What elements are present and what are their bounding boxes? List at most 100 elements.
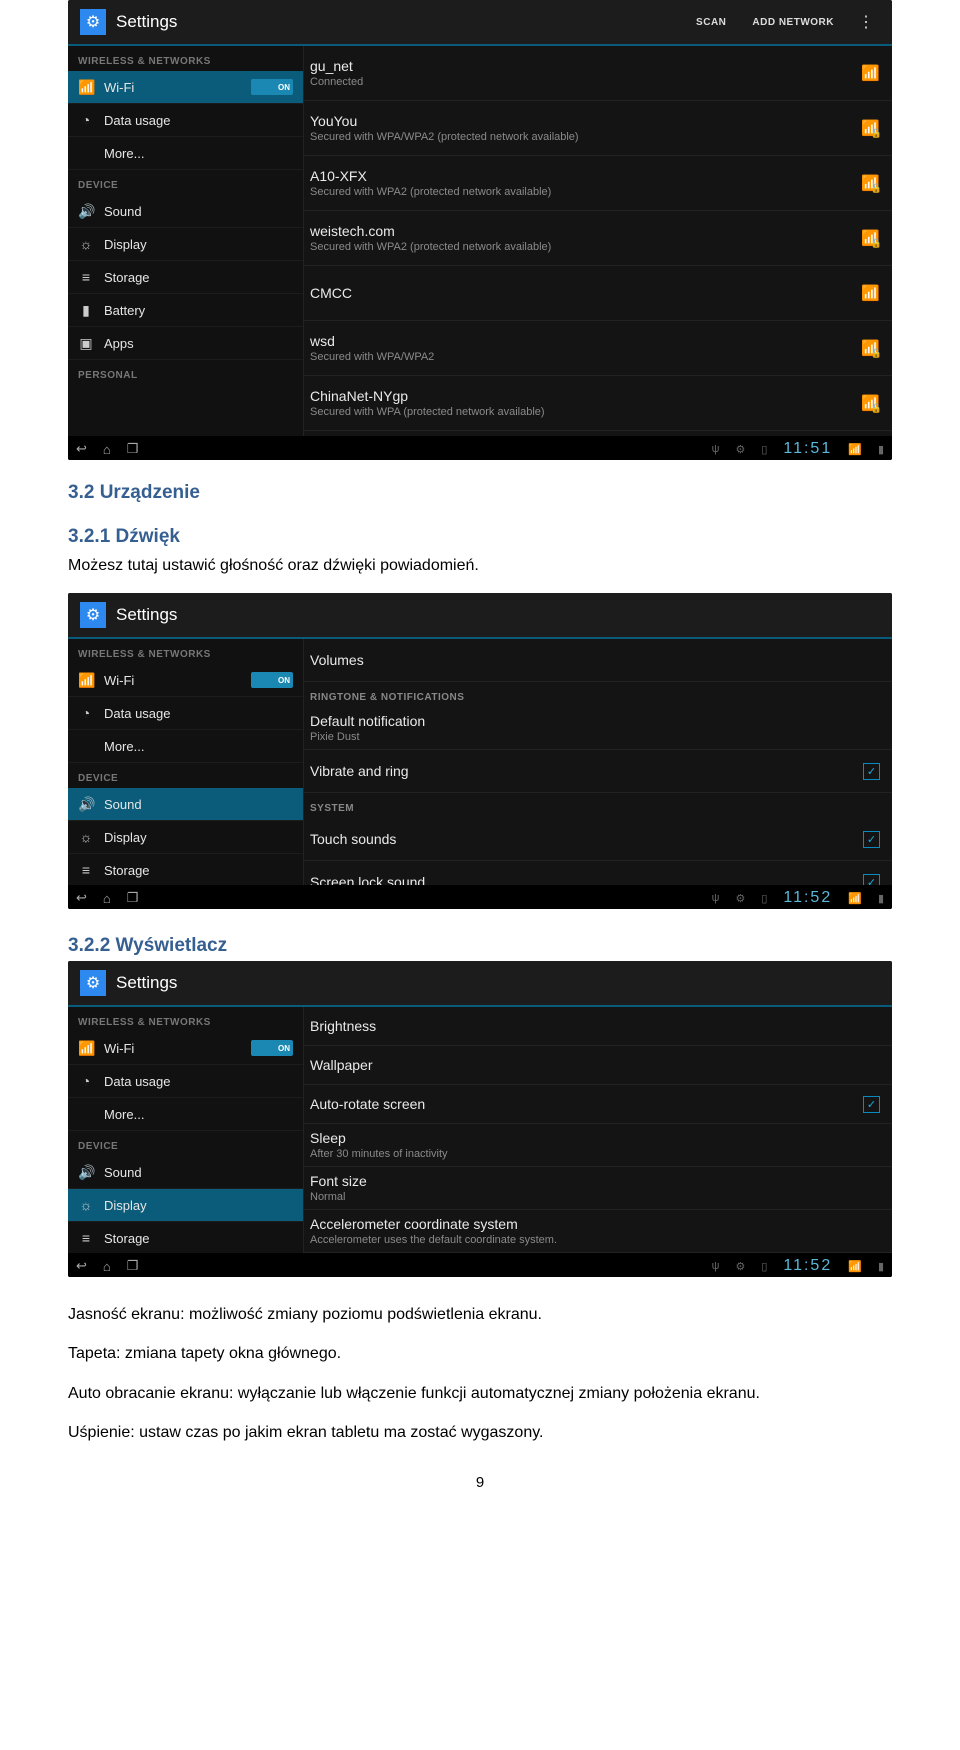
sidebar-item-storage[interactable]: ≡ Storage [68, 261, 303, 294]
settings-sidebar: WIRELESS & NETWORKS 📶 Wi-Fi ON ◔Data usa… [68, 639, 303, 885]
wifi-signal-icon: 📶🔒 [861, 394, 880, 412]
sidebar-item-apps[interactable]: ▣ Apps [68, 327, 303, 360]
sidebar-item-more[interactable]: More... [68, 137, 303, 170]
checkbox-icon[interactable]: ✓ [863, 1096, 880, 1113]
setting-touch-sounds[interactable]: Touch sounds✓ [304, 818, 892, 861]
wifi-network-status: Secured with WPA (protected network avai… [310, 406, 851, 418]
debug-icon: ⚙ [735, 892, 745, 905]
wifi-status-icon: 📶 [848, 443, 862, 456]
sidebar-item-display[interactable]: ☼ Display [68, 228, 303, 261]
sidebar-item-storage[interactable]: ≡Storage [68, 1222, 303, 1253]
setting-auto-rotate[interactable]: Auto-rotate screen✓ [304, 1085, 892, 1124]
sidebar-item-data-usage[interactable]: ◔Data usage [68, 1065, 303, 1098]
checkbox-icon[interactable]: ✓ [863, 763, 880, 780]
sidebar-item-wifi[interactable]: 📶 Wi-Fi ON [68, 71, 303, 104]
scan-button[interactable]: SCAN [688, 17, 734, 28]
wifi-icon: 📶 [78, 1040, 94, 1057]
battery-icon: ▮ [78, 302, 94, 319]
sidebar-item-more[interactable]: More... [68, 1098, 303, 1131]
sidebar-item-display[interactable]: ☼Display [68, 1189, 303, 1222]
wifi-toggle[interactable]: ON [251, 1040, 293, 1056]
sidebar-item-sound[interactable]: 🔊 Sound [68, 195, 303, 228]
wifi-network-row[interactable]: wsdSecured with WPA/WPA2📶🔒 [304, 321, 892, 376]
sidebar-item-sound[interactable]: 🔊Sound [68, 788, 303, 821]
sidebar-item-data-usage[interactable]: ◔ Data usage [68, 104, 303, 137]
screenshot-wifi-settings: ⚙ Settings SCAN ADD NETWORK ⋮ WIRELESS &… [68, 0, 892, 460]
section-header: PERSONAL [68, 360, 303, 385]
sidebar-item-wifi[interactable]: 📶 Wi-Fi ON [68, 1032, 303, 1065]
screenshot-sound-settings: ⚙ Settings WIRELESS & NETWORKS 📶 Wi-Fi O… [68, 593, 892, 909]
action-bar: ⚙ Settings [68, 961, 892, 1007]
sidebar-item-display[interactable]: ☼Display [68, 821, 303, 854]
storage-icon: ≡ [78, 269, 94, 285]
setting-brightness[interactable]: Brightness [304, 1007, 892, 1046]
wifi-icon: 📶 [78, 672, 94, 689]
back-icon[interactable]: ↩ [76, 441, 87, 457]
sidebar-item-data-usage[interactable]: ◔Data usage [68, 697, 303, 730]
overflow-menu-icon[interactable]: ⋮ [852, 12, 880, 32]
wifi-network-status: Secured with WPA2 (protected network ava… [310, 186, 851, 198]
wifi-network-status: Connected [310, 76, 851, 88]
wifi-toggle[interactable]: ON [251, 672, 293, 688]
setting-font-size[interactable]: Font sizeNormal [304, 1167, 892, 1210]
system-navbar: ↩ ⌂ ❐ ψ ⚙ ▯ 11:52 📶 ▮ [68, 885, 892, 909]
data-usage-icon: ◔ [78, 705, 94, 721]
wifi-network-row[interactable]: CMCC📶 [304, 266, 892, 321]
screen-title: Settings [116, 12, 678, 32]
home-icon[interactable]: ⌂ [103, 1259, 111, 1274]
wifi-signal-icon: 📶🔒 [861, 339, 880, 357]
battery-status-icon: ▮ [878, 892, 884, 905]
recent-apps-icon[interactable]: ❐ [127, 1258, 139, 1274]
sidebar-item-label: Display [104, 237, 293, 252]
wifi-network-row[interactable]: weistech.comSecured with WPA2 (protected… [304, 211, 892, 266]
recent-apps-icon[interactable]: ❐ [127, 441, 139, 457]
wifi-network-row[interactable]: ChinaNet-NYgpSecured with WPA (protected… [304, 376, 892, 431]
data-usage-icon: ◔ [78, 1073, 94, 1089]
debug-icon: ⚙ [735, 443, 745, 456]
wifi-network-row[interactable]: YouYou Secured with WPA/WPA2 (protected n… [304, 101, 892, 156]
wifi-toggle[interactable]: ON [251, 79, 293, 95]
sidebar-item-label: Wi-Fi [104, 80, 241, 95]
wifi-network-row[interactable]: A10-XFXSecured with WPA2 (protected netw… [304, 156, 892, 211]
sidebar-item-battery[interactable]: ▮ Battery [68, 294, 303, 327]
add-network-button[interactable]: ADD NETWORK [744, 17, 842, 28]
home-icon[interactable]: ⌂ [103, 442, 111, 457]
wifi-network-list: gu_netConnected📶 YouYou Secured with WPA/W… [303, 46, 892, 436]
back-icon[interactable]: ↩ [76, 890, 87, 906]
sidebar-item-sound[interactable]: 🔊Sound [68, 1156, 303, 1189]
wifi-network-name: YouYou [310, 113, 851, 129]
back-icon[interactable]: ↩ [76, 1258, 87, 1274]
debug-icon: ⚙ [735, 1260, 745, 1273]
checkbox-icon[interactable]: ✓ [863, 874, 880, 886]
setting-volumes[interactable]: Volumes [304, 639, 892, 682]
wifi-network-status: Secured with WPA/WPA2 (protected network… [310, 131, 851, 143]
lock-icon: 🔒 [871, 238, 882, 249]
doc-paragraph: Możesz tutaj ustawić głośność oraz dźwię… [68, 554, 892, 577]
setting-default-notification[interactable]: Default notificationPixie Dust [304, 707, 892, 750]
storage-icon: ≡ [78, 862, 94, 878]
setting-screen-lock-sound[interactable]: Screen lock sound✓ [304, 861, 892, 885]
setting-accelerometer[interactable]: Accelerometer coordinate systemAccelerom… [304, 1210, 892, 1253]
checkbox-icon[interactable]: ✓ [863, 831, 880, 848]
sidebar-item-wifi[interactable]: 📶 Wi-Fi ON [68, 664, 303, 697]
wifi-signal-icon: 📶 [861, 284, 880, 302]
wifi-network-row[interactable]: gu_netConnected📶 [304, 46, 892, 101]
sidebar-item-more[interactable]: More... [68, 730, 303, 763]
setting-wallpaper[interactable]: Wallpaper [304, 1046, 892, 1085]
doc-paragraph: Jasność ekranu: możliwość zmiany poziomu… [68, 1303, 892, 1326]
doc-paragraph: Tapeta: zmiana tapety okna głównego. [68, 1342, 892, 1365]
setting-sleep[interactable]: SleepAfter 30 minutes of inactivity [304, 1124, 892, 1167]
settings-icon: ⚙ [80, 970, 106, 996]
lock-icon: 🔒 [871, 403, 882, 414]
wifi-status-icon: 📶 [848, 892, 862, 905]
clock: 11:51 [783, 440, 832, 458]
screenshot-display-settings: ⚙ Settings WIRELESS & NETWORKS 📶 Wi-Fi O… [68, 961, 892, 1277]
wifi-network-status: Secured with WPA/WPA2 [310, 351, 851, 363]
recent-apps-icon[interactable]: ❐ [127, 890, 139, 906]
sidebar-item-storage[interactable]: ≡Storage [68, 854, 303, 885]
wifi-network-row[interactable]: qiyanxinSecured with WPA/WPA2📶🔒 [304, 431, 892, 436]
home-icon[interactable]: ⌂ [103, 891, 111, 906]
battery-status-icon: ▮ [878, 1260, 884, 1273]
sound-settings-list: Volumes RINGTONE & NOTIFICATIONS Default… [303, 639, 892, 885]
setting-vibrate-and-ring[interactable]: Vibrate and ring✓ [304, 750, 892, 793]
